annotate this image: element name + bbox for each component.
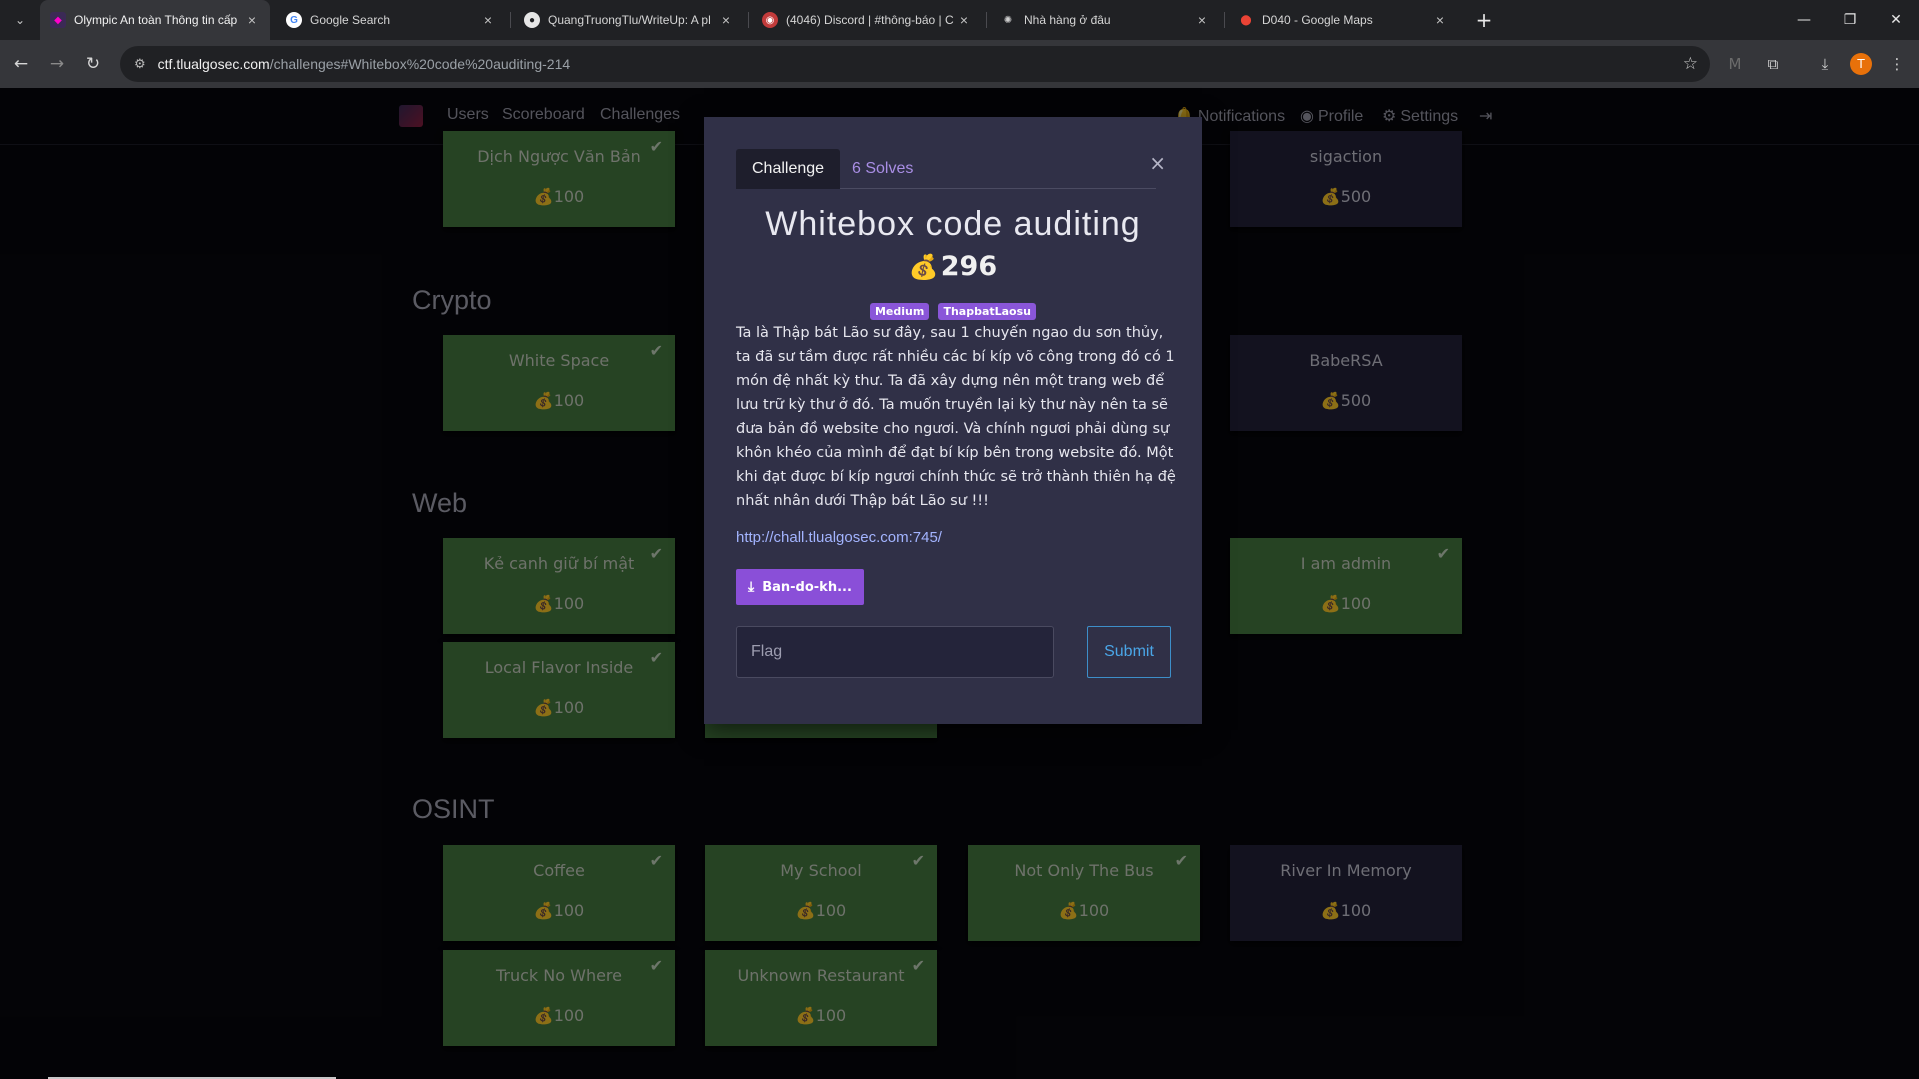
close-tab-icon[interactable]: × [1194,12,1210,28]
site-info-icon[interactable]: ⚙ [134,56,146,72]
close-tab-icon[interactable]: × [480,12,496,28]
modal-tabs: Challenge 6 Solves [736,149,1156,189]
challenge-modal: Challenge 6 Solves × Whitebox code audit… [704,117,1202,724]
menu-kebab-icon[interactable]: ⋮ [1884,51,1910,77]
github-favicon-icon: ● [524,12,540,28]
challenge-description: Ta là Thập bát Lão sư đây, sau 1 chuyến … [736,325,1176,509]
extensions-puzzle-icon[interactable]: ⧉ [1760,51,1786,77]
forward-icon[interactable]: → [44,51,70,77]
maps-pin-icon: ⬤ [1240,14,1252,26]
tag-author: ThapbatLaosu [938,303,1036,320]
browser-tab-restaurant[interactable]: ✺ Nhà hàng ở đâu × [990,0,1220,40]
profile-avatar[interactable]: T [1850,53,1872,75]
browser-tabstrip: ⌄ ◆ Olympic An toàn Thông tin cấp × G Go… [0,0,1919,40]
close-tab-icon[interactable]: × [956,12,972,28]
browser-tab-olympic[interactable]: ◆ Olympic An toàn Thông tin cấp × [40,0,270,40]
tab-divider [510,12,511,28]
tab-challenge[interactable]: Challenge [736,149,841,189]
minimize-icon[interactable]: — [1781,0,1827,40]
reload-icon[interactable]: ↻ [80,51,106,77]
new-tab-button[interactable]: + [1470,6,1498,34]
tab-solves[interactable]: 6 Solves [836,149,929,189]
url-host: ctf.tlualgosec.com [157,56,270,72]
coins-icon: 💰 [908,253,939,281]
chatgpt-favicon-icon: ✺ [1003,14,1013,26]
browser-tab-maps[interactable]: ⬤ D040 - Google Maps × [1228,0,1458,40]
url-path: /challenges#Whitebox%20code%20auditing-2… [269,56,571,72]
challenge-title: Whitebox code auditing [765,205,1141,243]
browser-tab-discord[interactable]: ◉ (4046) Discord | #thông-báo | C × [752,0,982,40]
close-tab-icon[interactable]: × [244,12,260,28]
tab-divider [986,12,987,28]
tag-difficulty: Medium [869,303,930,320]
challenge-tags: Medium ThapbatLaosu [704,300,1202,320]
bookmark-star-icon[interactable]: ☆ [1683,54,1698,74]
restore-icon[interactable]: ❐ [1827,0,1873,40]
close-tab-icon[interactable]: × [1432,12,1448,28]
close-tab-icon[interactable]: × [718,12,734,28]
challenge-link[interactable]: http://chall.tlualgosec.com:745/ [736,529,942,546]
tab-search-icon[interactable]: ⌄ [6,7,34,33]
browser-toolbar: ← → ↻ ⚙ ctf.tlualgosec.com/challenges#Wh… [0,40,1919,88]
close-window-icon[interactable]: ✕ [1873,0,1919,40]
tab-divider [1224,12,1225,28]
download-icon: ⤓ [748,579,755,595]
site-favicon-icon: ◆ [50,12,66,28]
google-favicon-icon: G [286,12,302,28]
browser-tab-google[interactable]: G Google Search × [276,0,506,40]
address-bar[interactable]: ⚙ ctf.tlualgosec.com/challenges#Whitebox… [120,46,1710,82]
download-icon[interactable]: ⤓ [1812,51,1838,77]
back-icon[interactable]: ← [8,51,34,77]
extension-m-icon[interactable]: M [1722,51,1748,77]
close-icon[interactable]: × [1149,151,1166,175]
flag-input[interactable] [736,626,1054,678]
tab-divider [748,12,749,28]
discord-favicon-icon: ◉ [762,12,778,28]
challenge-value: 💰296 [908,251,998,282]
submit-button[interactable]: Submit [1087,626,1171,678]
download-file-button[interactable]: ⤓ Ban-do-kh... [736,569,864,605]
browser-tab-github[interactable]: ● QuangTruongTlu/WriteUp: A pl × [514,0,744,40]
